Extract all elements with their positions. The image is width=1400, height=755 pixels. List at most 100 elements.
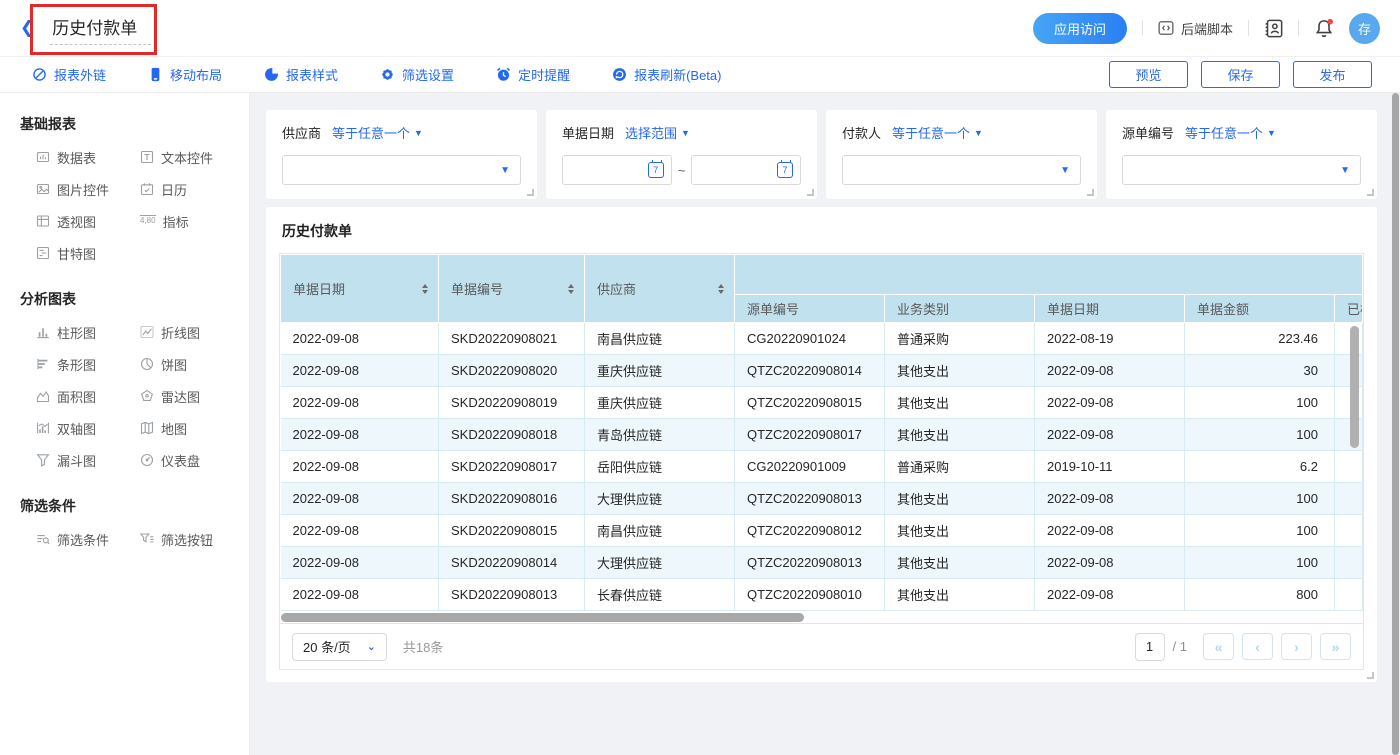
sidebar-widget-数据表[interactable]: 数据表 bbox=[36, 141, 140, 173]
sidebar-widget-透视图[interactable]: 透视图 bbox=[36, 205, 140, 237]
caret-down-icon: ▼ bbox=[500, 165, 510, 176]
filter-condition-link[interactable]: 等于任意一个▼ bbox=[1185, 123, 1276, 142]
filter-select-付款人[interactable]: ▼ bbox=[842, 155, 1081, 185]
resize-handle[interactable] bbox=[527, 189, 534, 196]
page-size-select[interactable]: 20 条/页 ⌄ bbox=[292, 633, 387, 661]
backend-script-button[interactable]: 后端脚本 bbox=[1158, 19, 1233, 38]
table-cell: 其他支出 bbox=[885, 579, 1035, 611]
sidebar-widget-图片控件[interactable]: 图片控件 bbox=[36, 173, 140, 205]
prev-page-button[interactable]: ‹ bbox=[1242, 633, 1273, 660]
resize-handle[interactable] bbox=[1367, 672, 1374, 679]
user-avatar[interactable]: 存 bbox=[1349, 13, 1380, 44]
sidebar-widget-条形图[interactable]: 条形图 bbox=[36, 348, 140, 380]
refresh-icon bbox=[612, 67, 627, 82]
next-page-button[interactable]: › bbox=[1281, 633, 1312, 660]
caret-down-icon: ▼ bbox=[1340, 165, 1350, 176]
table-cell: 2022-09-08 bbox=[1035, 547, 1185, 579]
back-icon[interactable]: ❮ bbox=[20, 18, 34, 38]
sidebar-widget-双轴图[interactable]: 双轴图 bbox=[36, 412, 140, 444]
filter-select-源单编号[interactable]: ▼ bbox=[1122, 155, 1361, 185]
resize-handle[interactable] bbox=[1367, 189, 1374, 196]
sidebar-widget-甘特图[interactable]: 甘特图 bbox=[36, 237, 140, 269]
toolbar-item-1[interactable]: 移动布局 bbox=[148, 65, 222, 84]
column-header[interactable]: 源单编号 bbox=[735, 295, 885, 323]
sidebar-widget-折线图[interactable]: 折线图 bbox=[140, 316, 249, 348]
sort-icon[interactable] bbox=[568, 284, 574, 294]
toolbar-item-3[interactable]: 筛选设置 bbox=[380, 65, 454, 84]
sidebar-widget-筛选按钮[interactable]: 筛选按钮 bbox=[140, 523, 249, 555]
last-page-button[interactable]: » bbox=[1320, 633, 1351, 660]
first-page-button[interactable]: « bbox=[1203, 633, 1234, 660]
table-cell: 2022-09-08 bbox=[281, 451, 439, 483]
sidebar-widget-日历[interactable]: 日历 bbox=[140, 173, 249, 205]
action-button-2[interactable]: 发布 bbox=[1293, 61, 1372, 88]
table-cell: 南昌供应链 bbox=[585, 515, 735, 547]
resize-handle[interactable] bbox=[1087, 189, 1094, 196]
column-header[interactable]: 业务类别 bbox=[885, 295, 1035, 323]
notification-bell-icon[interactable] bbox=[1314, 18, 1334, 38]
table-vertical-scrollbar[interactable] bbox=[1350, 326, 1359, 448]
sidebar-widget-仪表盘[interactable]: 仪表盘 bbox=[140, 444, 249, 476]
column-header[interactable]: 单据金额 bbox=[1185, 295, 1335, 323]
contacts-icon[interactable] bbox=[1264, 19, 1283, 38]
sidebar-widget-指标[interactable]: 4,80指标 bbox=[140, 205, 249, 237]
filter-widget-付款人[interactable]: 付款人等于任意一个▼▼ bbox=[826, 110, 1097, 199]
table-row: 2022-09-08SKD20220908013长春供应链QTZC2022090… bbox=[281, 579, 1363, 611]
report-name-input[interactable]: 历史付款单 bbox=[50, 12, 151, 45]
table-horizontal-scrollbar[interactable] bbox=[281, 613, 804, 622]
filter-widget-源单编号[interactable]: 源单编号等于任意一个▼▼ bbox=[1106, 110, 1377, 199]
column-header[interactable]: 供应商 bbox=[585, 255, 735, 323]
column-header[interactable]: 单据日期 bbox=[281, 255, 439, 323]
date-end-input[interactable]: 7 bbox=[691, 155, 801, 185]
filter-widget-单据日期[interactable]: 单据日期选择范围▼7~7 bbox=[546, 110, 817, 199]
table-cell: 100 bbox=[1185, 547, 1335, 579]
filter-condition-link[interactable]: 等于任意一个▼ bbox=[332, 123, 423, 142]
action-button-0[interactable]: 预览 bbox=[1109, 61, 1188, 88]
toolbar-item-0[interactable]: 报表外链 bbox=[32, 65, 106, 84]
sidebar-widget-地图[interactable]: 地图 bbox=[140, 412, 249, 444]
sidebar-widget-柱形图[interactable]: 柱形图 bbox=[36, 316, 140, 348]
table-cell: 大理供应链 bbox=[585, 483, 735, 515]
page-number-input[interactable]: 1 bbox=[1135, 633, 1165, 661]
table-cell: 其他支出 bbox=[885, 387, 1035, 419]
caret-down-icon: ▼ bbox=[414, 128, 423, 138]
column-header[interactable]: 单据编号 bbox=[439, 255, 585, 323]
table-cell: 100 bbox=[1185, 387, 1335, 419]
sidebar-widget-饼图[interactable]: 饼图 bbox=[140, 348, 249, 380]
table-cell: 重庆供应链 bbox=[585, 355, 735, 387]
filter-condition-link[interactable]: 选择范围▼ bbox=[625, 123, 690, 142]
table-cell: 2022-08-19 bbox=[1035, 323, 1185, 355]
table-cell: 其他支出 bbox=[885, 419, 1035, 451]
table-cell: 100 bbox=[1185, 483, 1335, 515]
filter-widget-供应商[interactable]: 供应商等于任意一个▼▼ bbox=[266, 110, 537, 199]
radar-chart-icon bbox=[140, 389, 154, 403]
date-start-input[interactable]: 7 bbox=[562, 155, 672, 185]
resize-handle[interactable] bbox=[807, 189, 814, 196]
divider bbox=[1248, 20, 1249, 36]
pivot-icon bbox=[36, 214, 50, 228]
mobile-icon bbox=[148, 67, 163, 82]
column-header[interactable]: 已核销 bbox=[1335, 295, 1363, 323]
toolbar-item-2[interactable]: 报表样式 bbox=[264, 65, 338, 84]
filter-select-供应商[interactable]: ▼ bbox=[282, 155, 521, 185]
table-cell: CG20220901024 bbox=[735, 323, 885, 355]
column-header[interactable]: 单据日期 bbox=[1035, 295, 1185, 323]
sidebar-widget-雷达图[interactable]: 雷达图 bbox=[140, 380, 249, 412]
table-cell bbox=[1335, 451, 1363, 483]
filter-condition-link[interactable]: 等于任意一个▼ bbox=[892, 123, 983, 142]
sidebar-widget-面积图[interactable]: 面积图 bbox=[36, 380, 140, 412]
canvas-vertical-scrollbar[interactable] bbox=[1392, 93, 1399, 755]
report-table-widget[interactable]: 历史付款单 单据日期单据编号供应商源单编号业务类别单据日期单据金额已核销 202… bbox=[266, 207, 1377, 682]
toolbar-item-4[interactable]: 定时提醒 bbox=[496, 65, 570, 84]
app-access-button[interactable]: 应用访问 bbox=[1033, 13, 1127, 44]
table-cell: SKD20220908021 bbox=[439, 323, 585, 355]
sort-icon[interactable] bbox=[422, 284, 428, 294]
toolbar-item-5[interactable]: 报表刷新(Beta) bbox=[612, 65, 721, 84]
table-cell: 800 bbox=[1185, 579, 1335, 611]
sort-icon[interactable] bbox=[718, 284, 724, 294]
sidebar-widget-筛选条件[interactable]: 筛选条件 bbox=[36, 523, 140, 555]
action-button-1[interactable]: 保存 bbox=[1201, 61, 1280, 88]
sidebar-widget-漏斗图[interactable]: 漏斗图 bbox=[36, 444, 140, 476]
sidebar-widget-文本控件[interactable]: 文本控件 bbox=[140, 141, 249, 173]
table-cell: SKD20220908015 bbox=[439, 515, 585, 547]
